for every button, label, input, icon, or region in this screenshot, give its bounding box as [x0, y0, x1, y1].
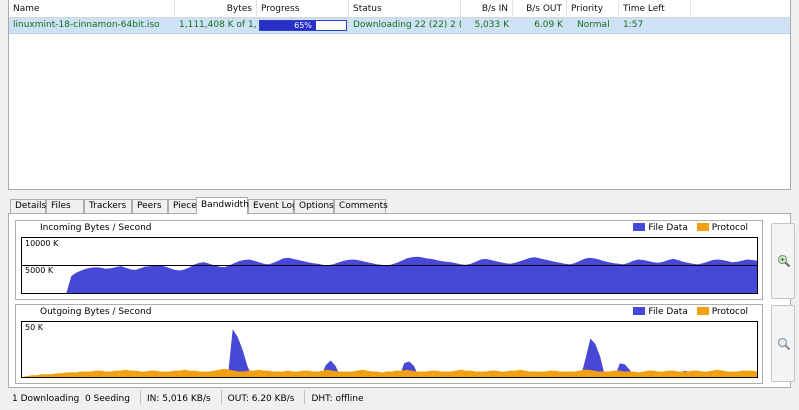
torrent-name: linuxmint-18-cinnamon-64bit.iso: [13, 20, 160, 30]
zoom-out-icon: [777, 337, 791, 351]
incoming-legend: File Data Protocol: [627, 223, 748, 235]
tab-bandwidth[interactable]: Bandwidth: [196, 197, 249, 214]
status-in-rate: IN: 5,016 KB/s: [146, 394, 211, 404]
legend-protocol: Protocol: [696, 223, 748, 233]
outgoing-file-data-area: [22, 329, 757, 377]
zoom-in-icon: [777, 254, 791, 268]
col-header-name[interactable]: Name: [9, 0, 175, 18]
file-data-swatch: [633, 307, 646, 315]
status-counts: 1 Downloading 0 Seeding: [12, 394, 130, 404]
col-header-bs-in[interactable]: B/s IN: [461, 0, 513, 18]
col-header-priority[interactable]: Priority: [567, 0, 619, 18]
file-data-swatch: [633, 223, 646, 231]
status-dht: DHT: offline: [311, 394, 364, 404]
outgoing-plot: 50 K: [21, 321, 758, 378]
outgoing-chart-svg: [22, 329, 757, 377]
incoming-y-top: 10000 K: [25, 239, 59, 248]
bandwidth-panel: Incoming Bytes / Second File Data Protoc…: [8, 213, 795, 388]
col-header-progress[interactable]: Progress: [257, 0, 349, 18]
incoming-title: Incoming Bytes / Second: [40, 223, 152, 233]
tab-peers[interactable]: Peers: [132, 199, 168, 214]
zoom-in-button[interactable]: [771, 223, 795, 299]
legend-protocol: Protocol: [696, 307, 748, 317]
torrent-bs-out: 6.09 K: [534, 20, 563, 30]
status-bar: 1 Downloading 0 Seeding IN: 5,016 KB/s OUT…: [0, 390, 799, 410]
legend-file-data: File Data: [633, 307, 688, 317]
torrent-bs-in: 5,033 K: [474, 20, 509, 30]
status-out-rate: OUT: 6.20 KB/s: [227, 394, 295, 404]
list-header: Name Bytes Progress Status B/s IN B/s OU…: [9, 0, 790, 18]
incoming-chart-svg: [22, 256, 757, 293]
col-header-time-left[interactable]: Time Left: [619, 0, 691, 18]
outgoing-y-top: 50 K: [25, 323, 43, 332]
torrent-priority: Normal: [577, 20, 610, 30]
outgoing-legend: File Data Protocol: [627, 307, 748, 319]
incoming-file-data-area: [22, 256, 757, 293]
tab-comments[interactable]: Comments: [334, 199, 388, 214]
progress-label: 65%: [294, 21, 312, 30]
status-separator: [139, 390, 141, 404]
col-header-bytes[interactable]: Bytes: [175, 0, 257, 18]
outgoing-title: Outgoing Bytes / Second: [40, 307, 152, 317]
col-header-status[interactable]: Status: [349, 0, 461, 18]
outgoing-protocol-area: [22, 368, 757, 377]
legend-file-data: File Data: [633, 223, 688, 233]
tab-options[interactable]: Options: [294, 199, 334, 214]
tab-event-log[interactable]: Event Log: [248, 199, 298, 214]
status-separator: [304, 390, 306, 404]
incoming-plot: 10000 K 5000 K: [21, 237, 758, 294]
status-separator: [220, 390, 222, 404]
incoming-y-mid: 5000 K: [25, 266, 54, 275]
tab-details[interactable]: Details: [10, 199, 46, 214]
tab-files[interactable]: Files: [46, 199, 84, 214]
torrent-bytes: 1,111,408 K of 1,697,5: [179, 20, 257, 30]
progress-bar: 65%: [259, 20, 347, 31]
torrent-list[interactable]: Name Bytes Progress Status B/s IN B/s OU…: [8, 0, 791, 190]
incoming-graph: Incoming Bytes / Second File Data Protoc…: [15, 220, 763, 300]
outgoing-graph: Outgoing Bytes / Second File Data Protoc…: [15, 304, 763, 384]
zoom-out-button[interactable]: [771, 305, 795, 382]
tab-trackers[interactable]: Trackers: [84, 199, 132, 214]
torrent-status: Downloading 22 (22) 2 (2): [353, 20, 461, 30]
torrent-row[interactable]: linuxmint-18-cinnamon-64bit.iso 1,111,40…: [9, 18, 790, 34]
torrent-time-left: 1:57: [623, 20, 644, 30]
protocol-swatch: [696, 223, 709, 231]
protocol-swatch: [696, 307, 709, 315]
col-header-bs-out[interactable]: B/s OUT: [513, 0, 567, 18]
